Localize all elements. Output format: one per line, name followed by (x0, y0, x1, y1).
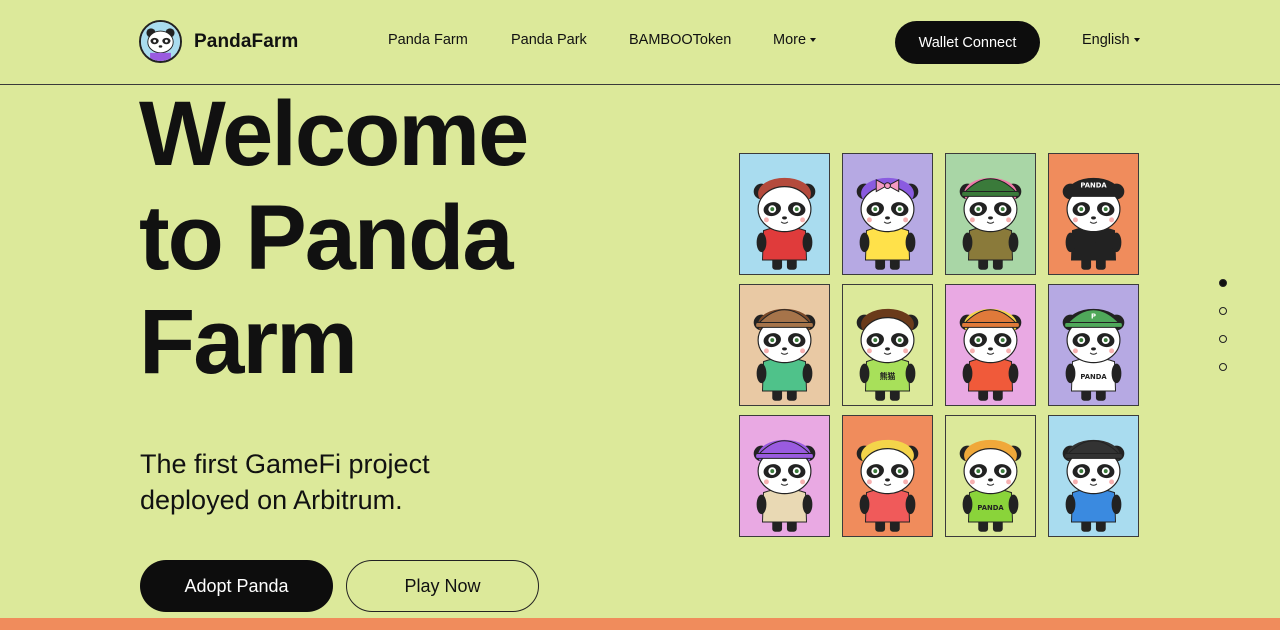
panda-character-illustration (856, 177, 919, 270)
nav-bamboo-token[interactable]: BAMBOOToken (629, 32, 731, 48)
panda-nft-gallery: P PANDA 熊猫 PANDA P PANDA (739, 153, 1140, 538)
svg-text:熊猫: 熊猫 (880, 371, 896, 381)
svg-text:PANDA: PANDA (977, 504, 1004, 512)
language-selector[interactable]: English (1082, 32, 1140, 48)
panda-character-illustration (856, 439, 919, 532)
panda-nft-card[interactable] (1048, 415, 1139, 537)
panda-nft-card[interactable] (739, 415, 830, 537)
carousel-dot[interactable] (1219, 279, 1227, 287)
panda-avatar-icon (139, 20, 182, 63)
panda-character-illustration: P PANDA (1062, 177, 1125, 270)
hero-title-line: Welcome (139, 83, 529, 185)
brand-logo[interactable]: PandaFarm (139, 20, 298, 63)
language-label: English (1082, 32, 1130, 48)
svg-text:P: P (1091, 241, 1097, 250)
panda-nft-card[interactable] (945, 153, 1036, 275)
panda-nft-card[interactable] (842, 415, 933, 537)
nav-more-label: More (773, 32, 807, 48)
site-header: PandaFarm Panda Farm Panda Park BAMBOOTo… (0, 0, 1280, 85)
svg-text:PANDA: PANDA (1080, 373, 1107, 381)
hero-subtitle-line: The first GameFi project (140, 449, 430, 479)
svg-text:P: P (1091, 313, 1096, 321)
carousel-dot[interactable] (1219, 363, 1227, 371)
panda-character-illustration (959, 177, 1022, 270)
panda-character-illustration (753, 439, 816, 532)
panda-nft-card[interactable]: PANDA P (1048, 284, 1139, 406)
brand-name: PandaFarm (194, 30, 299, 52)
bottom-band (0, 618, 1280, 630)
hero-title: Welcome to Panda Farm (139, 82, 699, 394)
play-now-button[interactable]: Play Now (346, 560, 539, 612)
panda-nft-card[interactable] (842, 153, 933, 275)
panda-nft-card[interactable]: P PANDA (1048, 153, 1139, 275)
carousel-pager (1219, 279, 1229, 379)
chevron-down-icon (1133, 38, 1140, 43)
adopt-panda-button[interactable]: Adopt Panda (140, 560, 333, 612)
carousel-dot[interactable] (1219, 307, 1227, 315)
panda-character-illustration: PANDA (959, 439, 1022, 532)
panda-nft-card[interactable] (739, 284, 830, 406)
panda-character-illustration (1062, 439, 1125, 532)
chevron-down-icon (810, 38, 817, 43)
panda-character-illustration (959, 308, 1022, 401)
hero-title-line: Farm (139, 291, 358, 393)
panda-character-illustration (753, 177, 816, 270)
svg-text:PANDA: PANDA (1080, 182, 1107, 190)
panda-nft-card[interactable]: 熊猫 (842, 284, 933, 406)
nav-panda-farm[interactable]: Panda Farm (388, 32, 468, 48)
panda-character-illustration: 熊猫 (856, 308, 919, 401)
wallet-connect-button[interactable]: Wallet Connect (895, 21, 1040, 64)
hero-subtitle-line: deployed on Arbitrum. (140, 485, 403, 515)
hero-subtitle: The first GameFi project deployed on Arb… (140, 446, 560, 518)
panda-character-illustration (753, 308, 816, 401)
nav-panda-park[interactable]: Panda Park (511, 32, 587, 48)
panda-nft-card[interactable]: PANDA (945, 415, 1036, 537)
hero-title-line: to Panda (139, 187, 513, 289)
carousel-dot[interactable] (1219, 335, 1227, 343)
nav-more-dropdown[interactable]: More (773, 32, 817, 48)
panda-nft-card[interactable] (945, 284, 1036, 406)
panda-nft-card[interactable] (739, 153, 830, 275)
panda-character-illustration: PANDA P (1062, 308, 1125, 401)
